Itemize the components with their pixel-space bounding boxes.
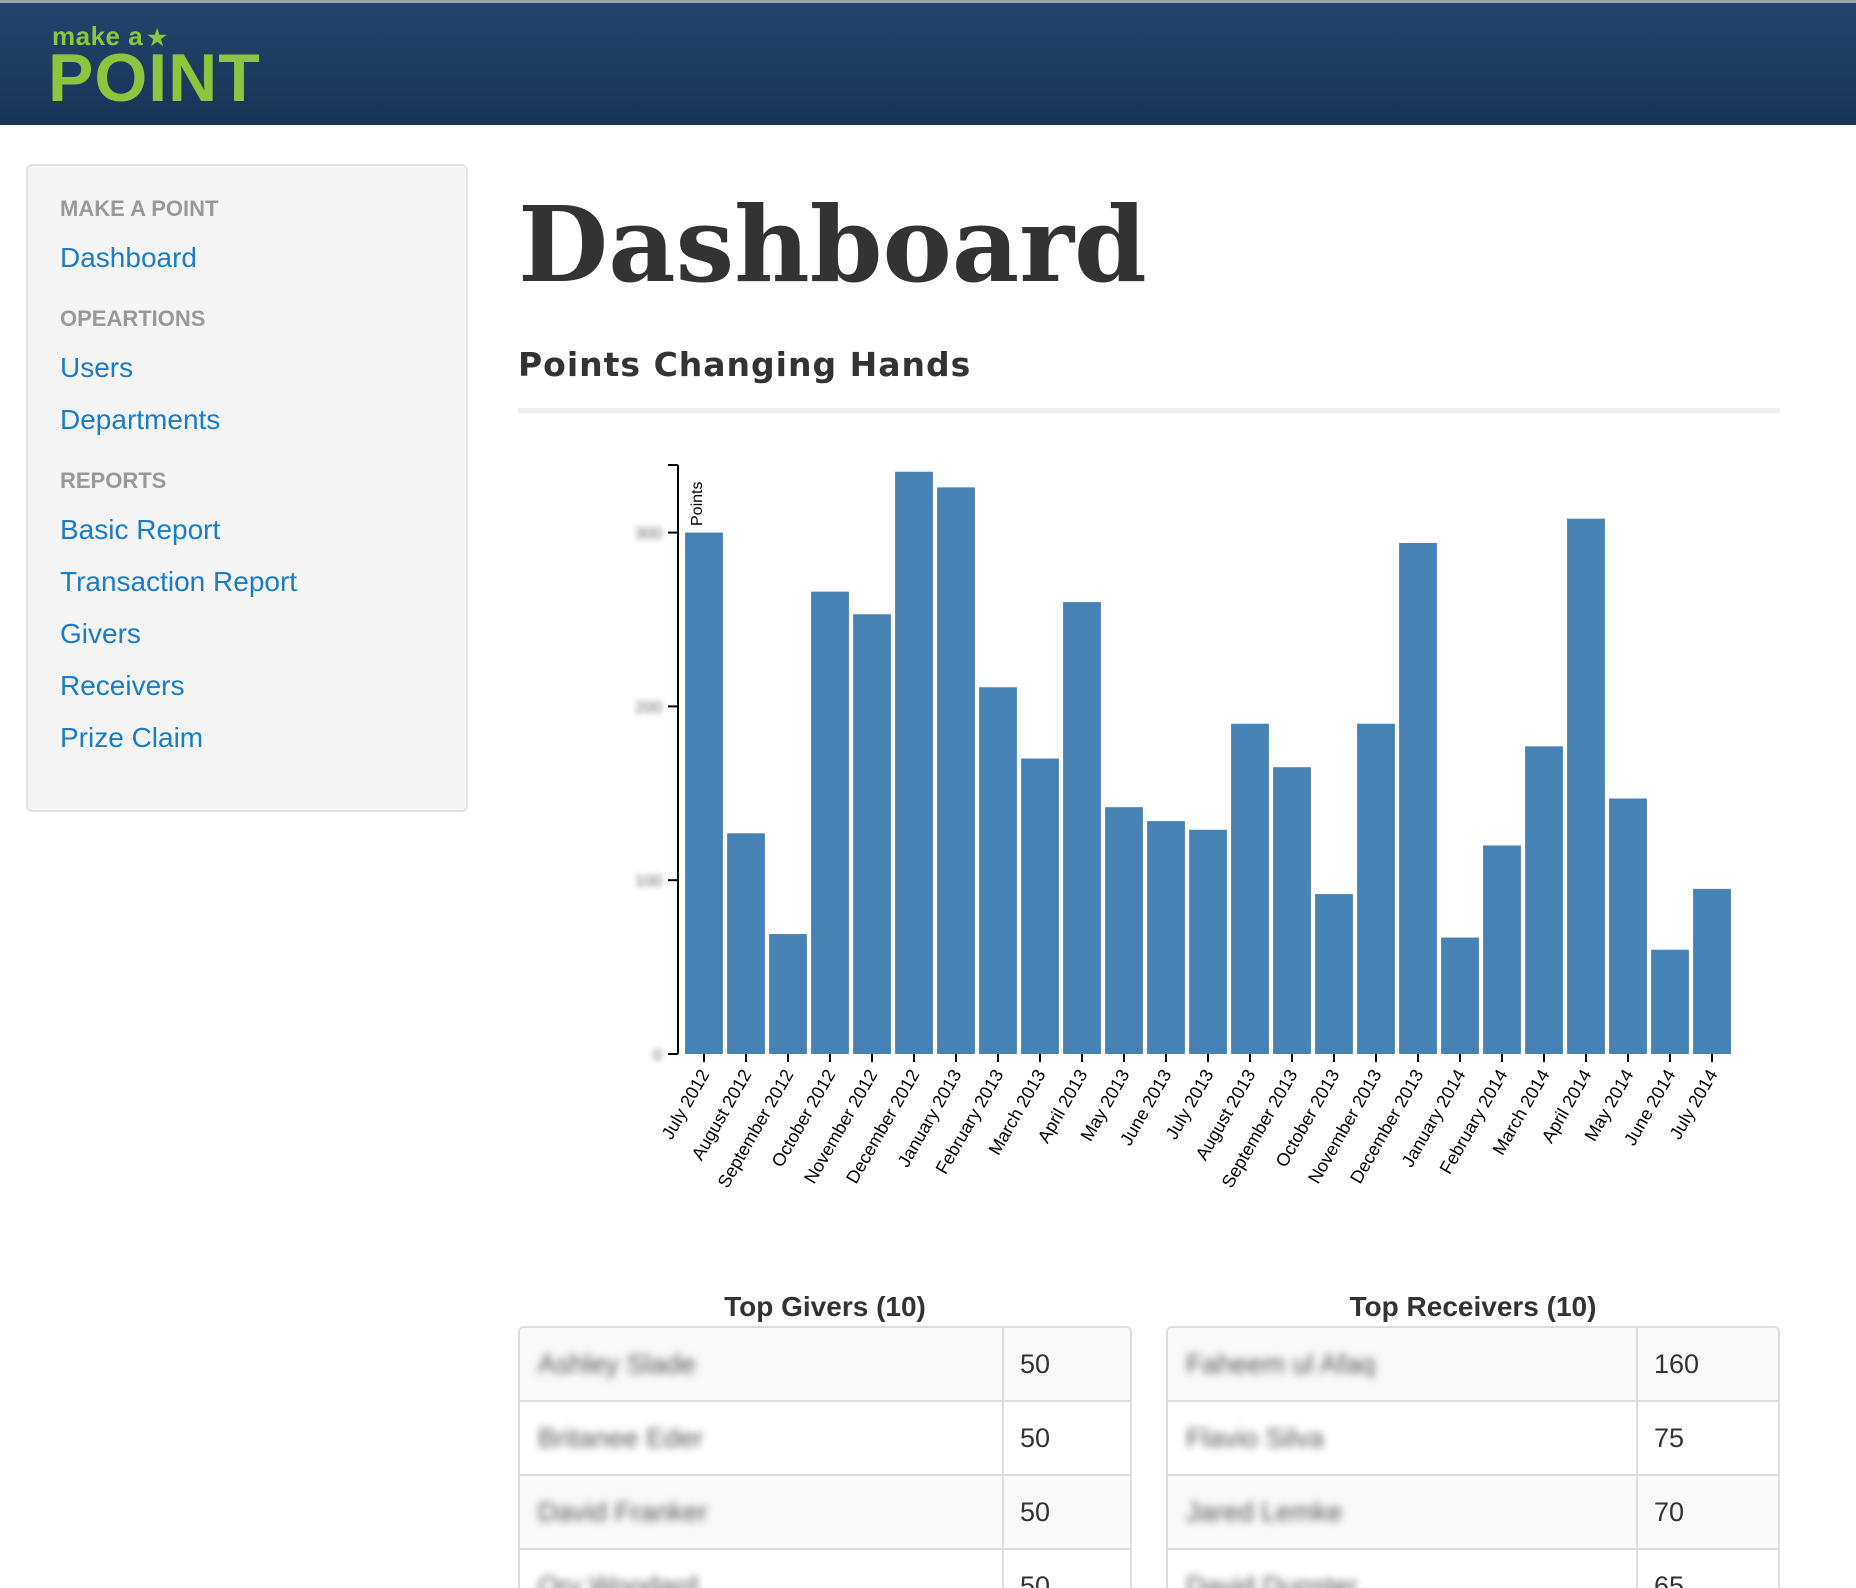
sidebar-section-reports: REPORTS Basic Report Transaction Report …	[60, 466, 466, 764]
receiver-name-cell: David Dunster	[1168, 1550, 1638, 1588]
top-givers-title: Top Givers (10)	[724, 1291, 926, 1322]
giver-points-cell: 50	[1020, 1496, 1051, 1527]
bar	[769, 934, 807, 1054]
bar	[727, 833, 765, 1054]
receiver-points-cell: 70	[1654, 1496, 1685, 1527]
sidebar-item-givers[interactable]: Givers	[60, 608, 466, 660]
bar	[811, 591, 849, 1054]
receiver-name-cell: Faheem ul Afaq	[1168, 1328, 1638, 1400]
table-row[interactable]: Faheem ul Afaq 160	[1168, 1328, 1778, 1402]
bar	[1567, 518, 1605, 1054]
bar	[1609, 798, 1647, 1054]
bar	[1441, 937, 1479, 1054]
top-navbar: make a ★ POINT	[0, 0, 1856, 125]
bar	[1273, 767, 1311, 1054]
sidebar-header: MAKE A POINT	[60, 196, 219, 221]
brand-wordmark: POINT	[48, 40, 261, 116]
bar	[1693, 888, 1731, 1054]
sidebar-item-dashboard[interactable]: Dashboard	[60, 232, 466, 284]
sidebar-item-transaction-report[interactable]: Transaction Report	[60, 556, 466, 608]
bar	[1231, 723, 1269, 1054]
table-row[interactable]: Britanee Eder 50	[520, 1402, 1130, 1476]
table-row[interactable]: Ory Woodard 50	[520, 1550, 1130, 1588]
y-axis-title: Points	[689, 482, 706, 526]
table-row[interactable]: David Franker 50	[520, 1476, 1130, 1550]
giver-name-cell: David Franker	[520, 1476, 1004, 1548]
bar	[1525, 746, 1563, 1054]
giver-points-cell: 50	[1020, 1348, 1051, 1379]
bar	[1063, 602, 1101, 1054]
sidebar-item-basic-report[interactable]: Basic Report	[60, 504, 466, 556]
bar	[979, 687, 1017, 1054]
bar	[853, 614, 891, 1054]
sidebar-item-departments[interactable]: Departments	[60, 394, 466, 446]
sidebar-item-users[interactable]: Users	[60, 342, 466, 394]
sidebar-header: REPORTS	[60, 468, 167, 493]
giver-points-cell: 50	[1020, 1422, 1051, 1453]
y-tick-label: 0	[653, 1047, 662, 1064]
top-receivers-table: Faheem ul Afaq 160 Flavio Silva 75 Jared…	[1166, 1326, 1780, 1588]
bar	[685, 532, 723, 1054]
receiver-name-cell: Jared Lemke	[1168, 1476, 1638, 1548]
top-receivers-title: Top Receivers (10)	[1349, 1291, 1597, 1322]
bar	[1105, 807, 1143, 1054]
giver-name-cell: Ory Woodard	[520, 1550, 1004, 1588]
bar	[1357, 723, 1395, 1054]
bar	[895, 471, 933, 1054]
table-row[interactable]: Flavio Silva 75	[1168, 1402, 1778, 1476]
sidebar-nav: MAKE A POINT Dashboard OPEARTIONS Users …	[26, 164, 468, 812]
bar	[1189, 829, 1227, 1054]
giver-name-cell: Ashley Slade	[520, 1328, 1004, 1400]
bar	[1483, 845, 1521, 1054]
brand-logo[interactable]: make a ★ POINT	[48, 21, 268, 116]
sidebar-item-prize-claim[interactable]: Prize Claim	[60, 712, 466, 764]
sidebar-header: OPEARTIONS	[60, 306, 206, 331]
sidebar-item-receivers[interactable]: Receivers	[60, 660, 466, 712]
table-row[interactable]: Jared Lemke 70	[1168, 1476, 1778, 1550]
receiver-points-cell: 75	[1654, 1422, 1685, 1453]
page-title: Dashboard	[518, 183, 1147, 306]
sidebar-section-make-a-point: MAKE A POINT Dashboard	[60, 194, 466, 284]
section-subtitle: Points Changing Hands	[518, 345, 972, 384]
divider	[518, 408, 1780, 413]
y-tick-label: 300	[635, 526, 662, 543]
bar	[1651, 949, 1689, 1054]
y-tick-label: 200	[635, 699, 662, 716]
bar	[1147, 821, 1185, 1054]
receiver-name-cell: Flavio Silva	[1168, 1402, 1638, 1474]
points-bar-chart: 0100200300PointsJuly 2012August 2012Sept…	[635, 464, 1731, 1191]
table-row[interactable]: Ashley Slade 50	[520, 1328, 1130, 1402]
table-row[interactable]: David Dunster 65	[1168, 1550, 1778, 1588]
bar	[1021, 758, 1059, 1054]
sidebar-section-operations: OPEARTIONS Users Departments	[60, 304, 466, 446]
top-givers-table: Ashley Slade 50 Britanee Eder 50 David F…	[518, 1326, 1132, 1588]
bar	[1399, 543, 1437, 1054]
receiver-points-cell: 65	[1654, 1570, 1685, 1588]
receiver-points-cell: 160	[1654, 1348, 1700, 1379]
giver-points-cell: 50	[1020, 1570, 1051, 1588]
y-tick-label: 100	[635, 873, 662, 890]
giver-name-cell: Britanee Eder	[520, 1402, 1004, 1474]
bar	[1315, 894, 1353, 1054]
bar	[937, 487, 975, 1054]
